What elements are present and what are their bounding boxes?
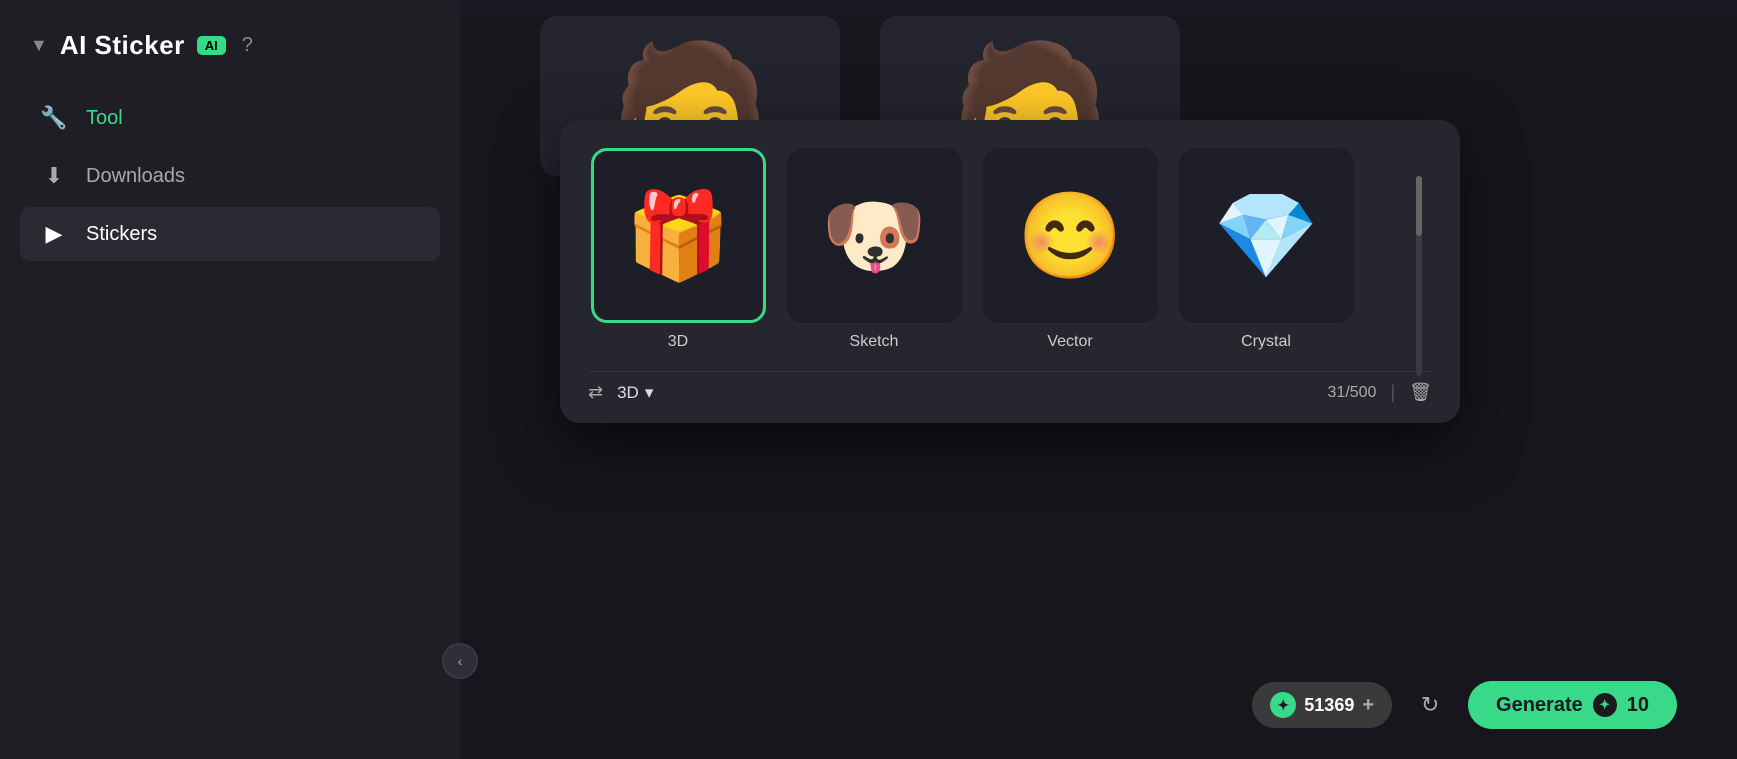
downloads-label: Downloads [86,165,185,188]
generate-label: Generate [1496,694,1583,717]
help-icon[interactable]: ? [242,34,253,57]
stickers-arrow-icon: ▶ [40,221,68,247]
style-label-crystal: Crystal [1241,333,1291,351]
download-icon: ⬇ [40,163,68,189]
style-picker-left-controls: ⇄ 3D ▾ [588,382,653,403]
style-option-crystal[interactable]: 💎 Crystal [1176,148,1356,351]
style-label-sketch: Sketch [850,333,899,351]
gift-icon: 🎁 [625,186,731,286]
generate-cost: 10 [1627,694,1649,717]
credits-coin-icon: ✦ [1270,692,1296,718]
style-option-vector[interactable]: 😊 Vector [980,148,1160,351]
style-options-container: 🎁 3D 🐶 Sketch 😊 Vector [588,148,1432,351]
sidebar: ▼ AI Sticker AI ? 🔧 Tool ⬇ Downloads ▶ S… [0,0,460,759]
collapse-sidebar-button[interactable]: ‹ [442,643,478,679]
style-option-3d[interactable]: 🎁 3D [588,148,768,351]
style-thumb-3d[interactable]: 🎁 [591,148,766,323]
divider: | [1390,382,1395,403]
style-label-vector: Vector [1047,333,1092,351]
collapse-icon: ‹ [458,653,463,669]
refresh-button[interactable]: ↻ [1408,683,1452,727]
top-bar [460,0,1737,16]
current-style-label: 3D [617,383,639,403]
vector-smiley-icon: 😊 [1017,186,1123,286]
style-picker-bottom-bar: ⇄ 3D ▾ 31/500 | 🗑 [588,371,1432,403]
app-title: AI Sticker [60,30,185,61]
style-thumb-crystal[interactable]: 💎 [1179,148,1354,323]
ai-badge: AI [197,36,226,55]
trash-icon[interactable]: 🗑 [1409,382,1432,403]
style-thumb-vector[interactable]: 😊 [983,148,1158,323]
stickers-label: Stickers [86,223,157,246]
chevron-down-icon[interactable]: ▼ [30,35,48,56]
style-scrollbar[interactable] [1416,176,1422,376]
style-thumb-sketch[interactable]: 🐶 [787,148,962,323]
generate-coin-icon: ✦ [1593,693,1617,717]
main-content: 🧑 🧑 🎁 3D 🐶 Sketch [460,0,1737,759]
style-option-sketch[interactable]: 🐶 Sketch [784,148,964,351]
credits-amount: 51369 [1304,695,1354,716]
sketch-dog-icon: 🐶 [821,186,927,286]
action-bar: ✦ 51369 + ↻ Generate ✦ 10 [1252,681,1677,729]
add-credits-icon[interactable]: + [1362,694,1374,717]
refresh-icon: ↻ [1421,692,1439,718]
style-options-list: 🎁 3D 🐶 Sketch 😊 Vector [588,148,1432,351]
generate-button[interactable]: Generate ✦ 10 [1468,681,1677,729]
style-scrollbar-thumb [1416,176,1422,236]
style-label-3d: 3D [668,333,688,351]
credits-button[interactable]: ✦ 51369 + [1252,682,1392,728]
sidebar-item-stickers[interactable]: ▶ Stickers [20,207,440,261]
style-picker-right-controls: 31/500 | 🗑 [1328,382,1432,403]
sidebar-header: ▼ AI Sticker AI ? [0,20,460,81]
generate-coin-symbol: ✦ [1599,697,1610,713]
style-count-label: 31/500 [1328,384,1377,402]
style-picker-panel: 🎁 3D 🐶 Sketch 😊 Vector [560,120,1460,423]
tool-icon: 🔧 [40,105,68,131]
coin-symbol: ✦ [1277,697,1289,714]
tool-label: Tool [86,107,123,130]
sidebar-nav: 🔧 Tool ⬇ Downloads ▶ Stickers [0,81,460,271]
shuffle-icon[interactable]: ⇄ [588,382,603,403]
sidebar-item-downloads[interactable]: ⬇ Downloads [20,149,440,203]
crystal-gem-icon: 💎 [1213,186,1319,286]
dropdown-arrow-icon: ▾ [645,383,654,403]
style-dropdown[interactable]: 3D ▾ [617,383,653,403]
sidebar-item-tool[interactable]: 🔧 Tool [20,91,440,145]
